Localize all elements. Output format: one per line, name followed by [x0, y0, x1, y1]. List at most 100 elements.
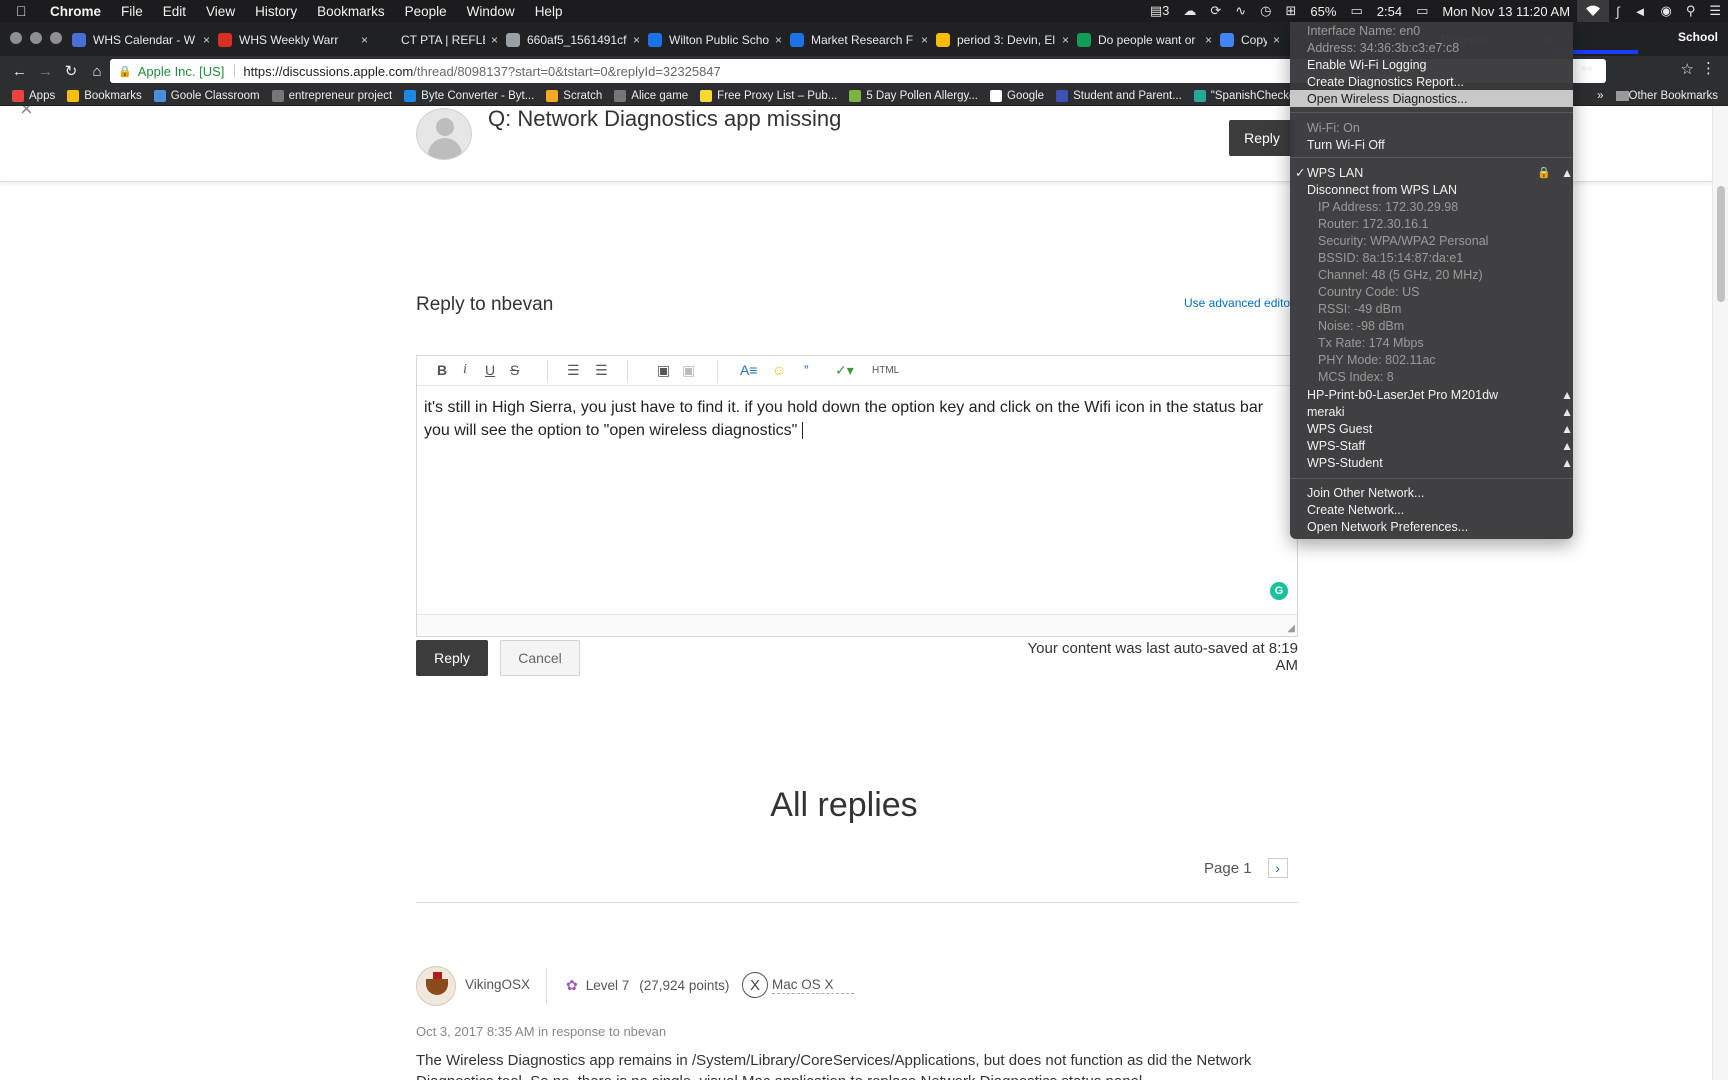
- open-network-preferences[interactable]: Open Network Preferences...: [1307, 518, 1468, 535]
- italic-icon[interactable]: i: [463, 362, 467, 378]
- zoom-window-button[interactable]: [50, 32, 62, 44]
- create-network[interactable]: Create Network...: [1307, 501, 1404, 518]
- home-icon[interactable]: ⌂: [90, 63, 104, 80]
- close-icon[interactable]: ×: [20, 106, 33, 122]
- tab-close-icon[interactable]: ×: [921, 33, 928, 47]
- reply-author-avatar[interactable]: [416, 966, 456, 1006]
- resize-handle-icon[interactable]: ◢: [1287, 623, 1295, 634]
- open-wireless-diagnostics[interactable]: Open Wireless Diagnostics...: [1290, 90, 1573, 107]
- menu-people[interactable]: People: [405, 4, 447, 19]
- strikethrough-icon[interactable]: S: [510, 362, 519, 378]
- spellcheck-icon[interactable]: ✓▾: [835, 362, 854, 379]
- page-scrollbar[interactable]: [1712, 106, 1728, 1080]
- script-icon[interactable]: ∿: [1235, 3, 1246, 19]
- sync-icon[interactable]: ⟳: [1210, 3, 1221, 19]
- advanced-editor-link[interactable]: Use advanced editor: [1184, 296, 1294, 310]
- available-network[interactable]: HP-Print-b0-LaserJet Pro M201dw ▲: [1307, 386, 1573, 403]
- reply-header-button[interactable]: Reply: [1229, 120, 1295, 156]
- tab-close-icon[interactable]: ×: [775, 33, 782, 47]
- clock-icon[interactable]: ◷: [1260, 3, 1271, 19]
- bookmark-item[interactable]: Goole Classroom: [153, 89, 260, 102]
- browser-tab[interactable]: Copy of M ×: [1220, 26, 1280, 54]
- available-network[interactable]: WPS-Staff ▲: [1307, 437, 1573, 454]
- keyboard-icon[interactable]: ⊞: [1286, 3, 1297, 19]
- menu-window[interactable]: Window: [467, 4, 515, 19]
- scrollbar-thumb[interactable]: [1717, 186, 1725, 302]
- browser-tab[interactable]: WHS Calendar - W ×: [72, 26, 210, 54]
- cancel-button[interactable]: Cancel: [500, 640, 580, 676]
- reply-author-name[interactable]: VikingOSX: [465, 977, 530, 992]
- chevron-right-icon[interactable]: »: [1597, 90, 1603, 102]
- bookmark-item[interactable]: entrepreneur project: [271, 89, 392, 102]
- notification-center-icon[interactable]: ☰: [1709, 3, 1721, 19]
- tab-close-icon[interactable]: ×: [633, 33, 640, 47]
- bookmark-star-icon[interactable]: ☆: [1681, 60, 1694, 78]
- tab-close-icon[interactable]: ×: [1062, 33, 1069, 47]
- profile-name[interactable]: School: [1678, 30, 1718, 44]
- in-response-user[interactable]: nbevan: [623, 1024, 666, 1039]
- bookmark-item[interactable]: Scratch: [546, 89, 602, 102]
- forward-arrow-icon[interactable]: →: [38, 63, 53, 80]
- bullet-list-icon[interactable]: ☰: [567, 362, 580, 379]
- next-page-chevron-icon[interactable]: ›: [1267, 858, 1288, 878]
- tab-close-icon[interactable]: ×: [203, 33, 210, 47]
- browser-tab[interactable]: WHS Weekly Warr ×: [218, 26, 368, 54]
- network-wps-lan[interactable]: ✓ WPS LAN 🔒 ▲: [1295, 164, 1573, 181]
- menu-file[interactable]: File: [121, 4, 143, 19]
- create-diagnostics-report[interactable]: Create Diagnostics Report...: [1307, 73, 1464, 90]
- bluetooth-icon[interactable]: ∫: [1616, 4, 1620, 19]
- reply-button[interactable]: Reply: [416, 640, 488, 676]
- volume-icon[interactable]: ◄: [1634, 4, 1647, 19]
- browser-tab[interactable]: 660af5_1561491cf ×: [506, 26, 640, 54]
- airplay-icon[interactable]: ▭: [1416, 3, 1428, 19]
- bookmark-item[interactable]: Byte Converter - Byt...: [404, 89, 534, 102]
- bookmark-item[interactable]: Apps: [12, 89, 55, 102]
- reply-textarea[interactable]: it's still in High Sierra, you just have…: [424, 396, 1294, 442]
- siri-icon[interactable]: ◉: [1660, 3, 1671, 19]
- join-other-network[interactable]: Join Other Network...: [1307, 484, 1424, 501]
- reload-icon[interactable]: ↻: [64, 62, 78, 80]
- browser-tab[interactable]: Wilton Public Scho ×: [648, 26, 782, 54]
- cloud-icon[interactable]: ☁: [1183, 3, 1196, 19]
- bookmark-item[interactable]: Bookmarks: [67, 89, 142, 102]
- bookmark-item[interactable]: 5 Day Pollen Allergy...: [849, 89, 978, 102]
- menu-help[interactable]: Help: [535, 4, 563, 19]
- wifi-status-icon[interactable]: [1577, 0, 1610, 22]
- turn-wifi-off[interactable]: Turn Wi-Fi Off: [1307, 136, 1385, 153]
- browser-tab[interactable]: Do people want or ×: [1077, 26, 1212, 54]
- menu-chrome[interactable]: Chrome: [50, 4, 101, 19]
- bookmark-item[interactable]: "SpanishChecke: [1193, 89, 1295, 102]
- apple-logo-icon[interactable]: : [16, 3, 34, 19]
- tab-close-icon[interactable]: ×: [1273, 33, 1280, 47]
- browser-tab[interactable]: CT PTA | REFLECT ×: [380, 26, 498, 54]
- available-network[interactable]: meraki ▲: [1307, 403, 1573, 420]
- bookmark-item[interactable]: Google: [990, 89, 1044, 102]
- menu-history[interactable]: History: [255, 4, 297, 19]
- disconnect-network[interactable]: Disconnect from WPS LAN: [1307, 181, 1457, 198]
- notification-icon[interactable]: ▤3: [1150, 3, 1170, 19]
- close-window-button[interactable]: [10, 32, 22, 44]
- tab-close-icon[interactable]: ×: [361, 33, 368, 47]
- grammarly-icon[interactable]: G: [1270, 582, 1288, 600]
- browser-tab[interactable]: Market Research F ×: [790, 26, 928, 54]
- minimize-window-button[interactable]: [30, 32, 42, 44]
- menu-edit[interactable]: Edit: [163, 4, 186, 19]
- bookmark-item[interactable]: Student and Parent...: [1056, 89, 1182, 102]
- browser-tab[interactable]: period 3: Devin, El ×: [936, 26, 1069, 54]
- available-network[interactable]: WPS-Student ▲: [1307, 454, 1573, 471]
- available-network[interactable]: WPS Guest ▲: [1307, 420, 1573, 437]
- quote-icon[interactable]: ”: [804, 362, 809, 378]
- underline-icon[interactable]: U: [485, 362, 495, 378]
- menu-view[interactable]: View: [206, 4, 235, 19]
- more-menu-icon[interactable]: ⋮: [1701, 59, 1716, 77]
- spotlight-search-icon[interactable]: ⚲: [1686, 3, 1696, 19]
- menubar-clock[interactable]: Mon Nov 13 11:20 AM: [1442, 4, 1570, 19]
- key-icon[interactable]: ⚯: [1582, 62, 1592, 76]
- numbered-list-icon[interactable]: ☰: [595, 362, 608, 379]
- emoji-icon[interactable]: ☺: [772, 362, 786, 378]
- enable-wifi-logging[interactable]: Enable Wi-Fi Logging: [1307, 56, 1427, 73]
- battery-icon[interactable]: ▭: [1350, 3, 1362, 19]
- tab-close-icon[interactable]: ×: [491, 33, 498, 47]
- back-arrow-icon[interactable]: ←: [12, 63, 27, 80]
- tab-close-icon[interactable]: ×: [1205, 33, 1212, 47]
